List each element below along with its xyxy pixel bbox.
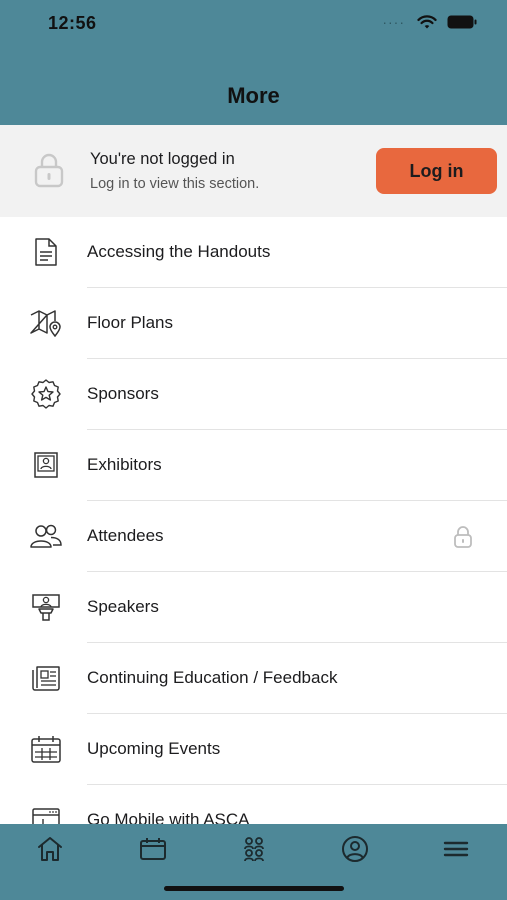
menu-item-label: Floor Plans: [87, 313, 173, 332]
calendar-icon: [140, 838, 166, 860]
page-title: More: [227, 83, 280, 108]
menu-item-continuing-education[interactable]: Continuing Education / Feedback: [0, 643, 507, 714]
signal-icon: ····: [382, 14, 405, 30]
tab-people[interactable]: [237, 834, 271, 864]
podium-speaker-icon: [32, 594, 60, 621]
login-message: You're not logged in Log in to view this…: [90, 150, 259, 192]
status-bar: 12:56 ····: [0, 0, 507, 50]
group-icon: [244, 837, 264, 862]
menu-item-label: Upcoming Events: [87, 739, 221, 758]
menu-item-label: Sponsors: [87, 384, 159, 403]
lock-icon: [454, 526, 472, 548]
menu-item-exhibitors[interactable]: Exhibitors: [0, 430, 507, 501]
home-indicator[interactable]: [164, 886, 344, 891]
tab-home[interactable]: [33, 834, 67, 864]
map-pin-icon: [30, 310, 61, 337]
menu-item-label: Exhibitors: [87, 455, 162, 474]
menu-item-floor-plans[interactable]: Floor Plans: [0, 288, 507, 359]
menu-icon: [443, 841, 469, 857]
menu-item-label: Speakers: [87, 597, 159, 616]
login-button[interactable]: Log in: [376, 148, 497, 194]
menu-item-upcoming-events[interactable]: Upcoming Events: [0, 714, 507, 785]
lock-icon: [34, 153, 64, 188]
exhibitor-booth-icon: [34, 452, 58, 478]
people-icon: [30, 524, 62, 548]
menu-item-label: Attendees: [87, 526, 164, 545]
battery-icon: [447, 15, 477, 29]
login-subtitle: Log in to view this section.: [90, 176, 260, 192]
menu-item-attendees[interactable]: Attendees: [0, 501, 507, 572]
status-icons: ····: [382, 14, 477, 30]
home-icon: [38, 837, 62, 861]
tab-profile[interactable]: [338, 834, 372, 864]
menu-item-label: Continuing Education / Feedback: [87, 668, 338, 687]
wifi-icon: [417, 14, 437, 28]
menu-item-label: Accessing the Handouts: [87, 242, 271, 261]
tab-more[interactable]: [439, 834, 473, 864]
newspaper-icon: [32, 666, 60, 691]
menu-item-sponsors[interactable]: Sponsors: [0, 359, 507, 430]
header-bar: 12:56 ···· More: [0, 0, 507, 125]
login-title: You're not logged in: [90, 150, 235, 168]
star-badge-icon: [31, 379, 61, 409]
profile-icon: [342, 836, 368, 862]
status-time: 12:56: [48, 13, 97, 33]
tab-schedule[interactable]: [136, 834, 170, 864]
menu-item-speakers[interactable]: Speakers: [0, 572, 507, 643]
calendar-grid-icon: [31, 736, 61, 763]
document-icon: [35, 238, 57, 266]
menu-item-handouts[interactable]: Accessing the Handouts: [0, 217, 507, 288]
menu-list: Accessing the Handouts Floor Plans Spons…: [0, 217, 507, 856]
